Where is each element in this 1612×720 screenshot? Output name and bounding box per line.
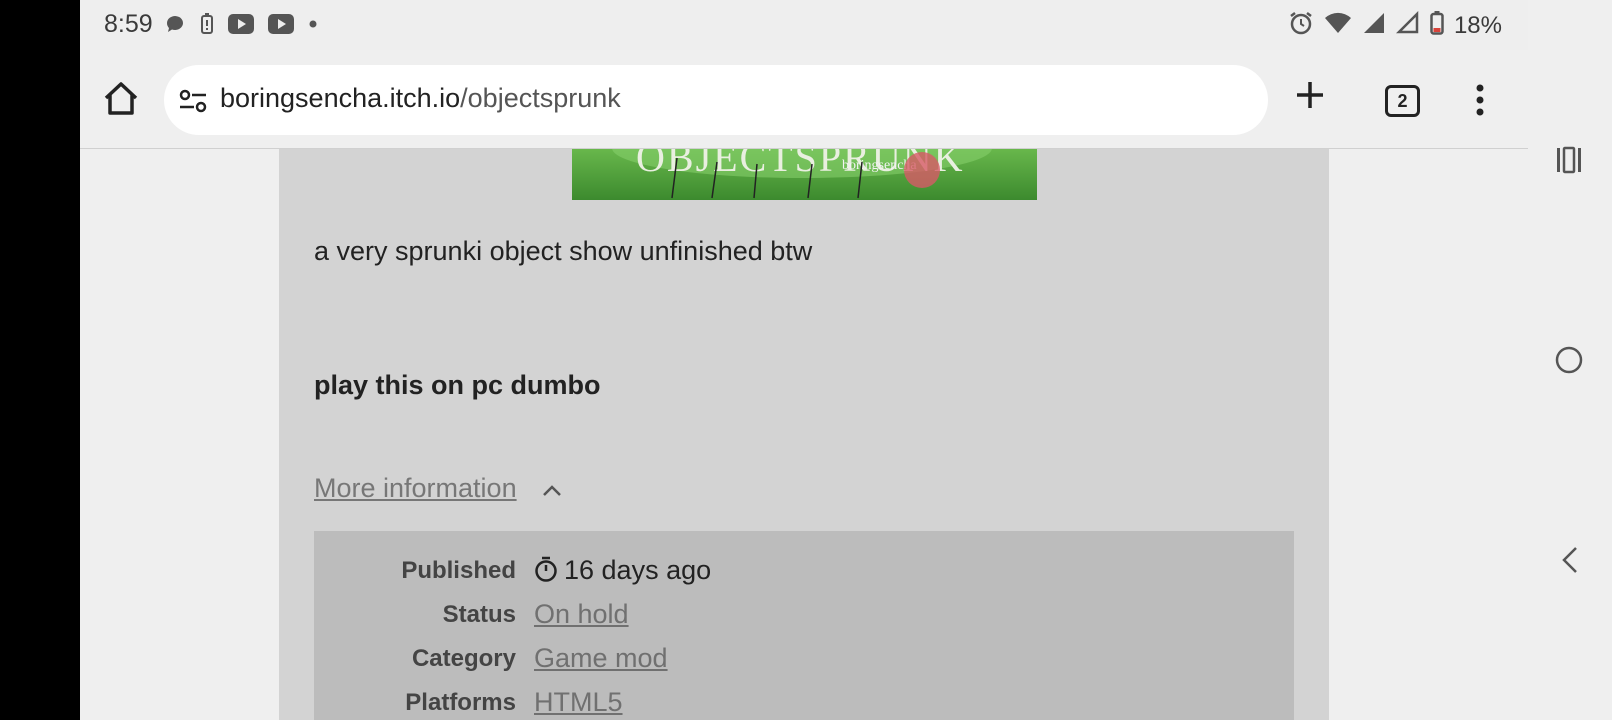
- info-label: Published: [401, 557, 516, 584]
- browser-toolbar: boringsencha.itch.io/objectsprunk 2: [80, 50, 1528, 148]
- status-time: 8:59: [104, 10, 153, 38]
- published-value: 16 days ago: [564, 555, 712, 585]
- alarm-icon: [1288, 10, 1314, 41]
- youtube-icon: [228, 14, 254, 39]
- chevron-up-icon[interactable]: [541, 482, 563, 503]
- signal-empty-icon: [1395, 10, 1420, 40]
- dot-icon: [308, 14, 318, 39]
- status-link[interactable]: On hold: [534, 599, 629, 630]
- info-value: 16 days ago: [534, 555, 711, 590]
- more-information-link[interactable]: More information: [314, 473, 517, 504]
- phone-screen: 8:59 18% boringsencha.itch.io/objectspru…: [80, 0, 1528, 720]
- home-icon[interactable]: [100, 78, 142, 120]
- notification-icons: [164, 13, 318, 40]
- info-row-category: Category Game mod: [314, 641, 1294, 681]
- more-information-panel: Published 16 days ago Status On hold Cat…: [314, 531, 1294, 720]
- category-link[interactable]: Game mod: [534, 643, 668, 674]
- info-label: Status: [442, 601, 516, 628]
- system-nav-bar: [1528, 0, 1612, 720]
- game-page-card: OBJECTSPRUNK boringsencha a very sprunki…: [279, 148, 1329, 720]
- info-label: Platforms: [405, 689, 516, 716]
- battery-alert-icon: [200, 13, 214, 40]
- game-banner-image: OBJECTSPRUNK boringsencha: [572, 148, 1037, 200]
- tab-switcher-button[interactable]: 2: [1385, 85, 1420, 117]
- banner-drawing: [671, 152, 940, 199]
- toolbar-divider: [80, 148, 1528, 149]
- status-bar: 8:59 18%: [80, 0, 1528, 50]
- url-path: /objectsprunk: [460, 83, 621, 113]
- timer-icon: [534, 555, 558, 590]
- wifi-icon: [1324, 11, 1352, 40]
- nav-home-icon[interactable]: [1554, 345, 1584, 380]
- signal-icon: [1362, 11, 1386, 40]
- new-tab-icon[interactable]: [1293, 78, 1327, 117]
- system-icons: 18%: [1288, 10, 1502, 41]
- youtube-icon: [268, 14, 294, 39]
- url-text[interactable]: boringsencha.itch.io/objectsprunk: [220, 83, 621, 114]
- info-label: Category: [411, 645, 516, 672]
- info-row-status: Status On hold: [314, 597, 1294, 637]
- battery-percent: 18%: [1453, 11, 1502, 39]
- platforms-link[interactable]: HTML5: [534, 687, 623, 718]
- more-menu-icon[interactable]: [1475, 84, 1485, 121]
- info-row-published: Published 16 days ago: [314, 553, 1294, 593]
- play-note: play this on pc dumbo: [314, 370, 601, 400]
- web-page: OBJECTSPRUNK boringsencha a very sprunki…: [80, 148, 1528, 720]
- back-icon[interactable]: [1558, 545, 1582, 580]
- battery-icon: [1430, 11, 1444, 40]
- info-row-platforms: Platforms HTML5: [314, 685, 1294, 720]
- chat-icon: [164, 13, 186, 40]
- recents-icon[interactable]: [1554, 145, 1584, 180]
- url-domain: boringsencha.itch.io: [220, 83, 461, 113]
- address-bar[interactable]: boringsencha.itch.io/objectsprunk: [164, 65, 1268, 135]
- site-settings-icon[interactable]: [178, 87, 208, 120]
- game-description: a very sprunki object show unfinished bt…: [314, 236, 813, 266]
